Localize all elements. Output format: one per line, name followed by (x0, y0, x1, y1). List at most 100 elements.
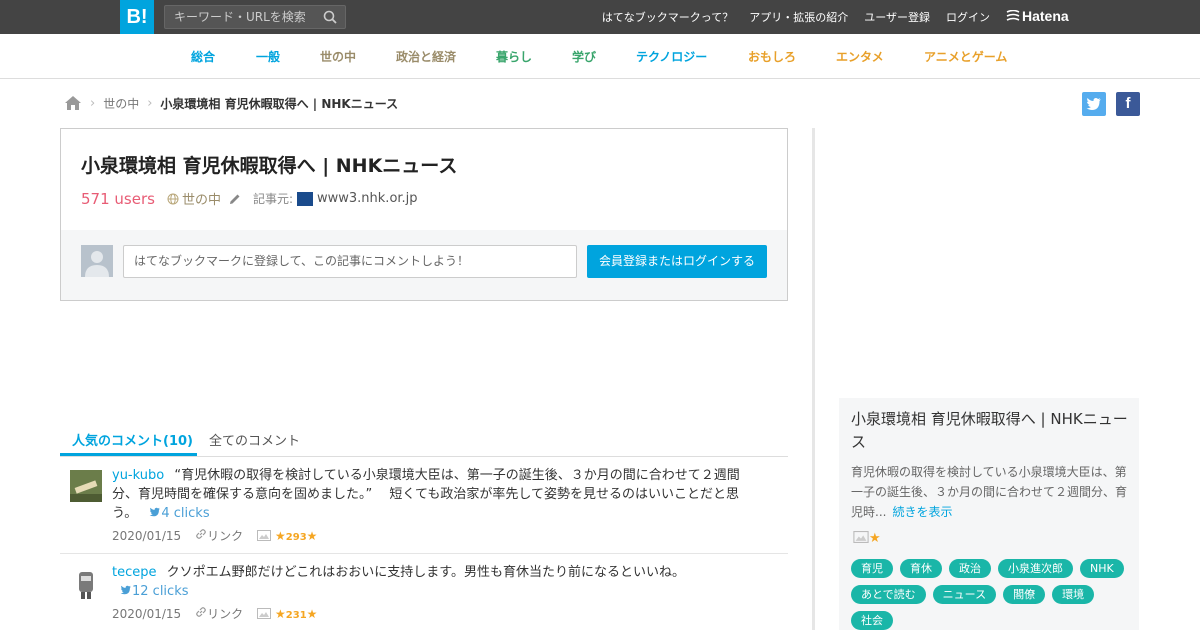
tab-popular-comments[interactable]: 人気のコメント(10) (72, 430, 193, 449)
hatena-bookmark-logo[interactable]: B! (120, 0, 154, 34)
home-icon[interactable] (64, 95, 82, 111)
star-count: 231 (285, 609, 307, 621)
active-tab-indicator (60, 453, 197, 456)
user-avatar[interactable] (70, 470, 102, 502)
add-star-button: ★ (306, 528, 318, 543)
category-economics[interactable]: 政治と経済 (396, 48, 456, 65)
entry-title[interactable]: 小泉環境相 育児休暇取得へ | NHKニュース (81, 151, 457, 178)
about-link[interactable]: はてなブックマークって？ (602, 9, 733, 25)
link-icon (196, 529, 207, 539)
summary-star-area[interactable]: ★ (853, 531, 881, 546)
star-area[interactable]: ★231★ (257, 607, 317, 621)
twitter-share-button[interactable] (1082, 92, 1106, 116)
register-link[interactable]: ユーザー登録 (864, 9, 930, 25)
star-icon: ★ (869, 531, 881, 546)
show-more-link[interactable]: 続きを表示 (892, 505, 952, 519)
star-icon: ★ (275, 528, 286, 543)
search-input[interactable]: キーワード・URLを検索 (164, 5, 346, 29)
entry-meta: 571 users 世の中 記事元: www3.nhk.or.jp (81, 189, 418, 209)
chevron-right-icon: › (147, 95, 153, 111)
comment-item: yu-kubo “育児休暇の取得を検討している小泉環境大臣は、第一子の誕生後、３… (60, 457, 788, 554)
comment-username[interactable]: tecepe (112, 565, 157, 580)
hatena-mark-icon (1006, 9, 1020, 21)
comment-item: tecepe クソポエム野郎だけどこれはおおいに支持します。男性も育休当たり前に… (60, 554, 788, 630)
tag-list: 育児 育休 政治 小泉進次郎 NHK あとで読む ニュース 閣僚 環境 社会 (851, 559, 1139, 630)
tag[interactable]: 閣僚 (1003, 585, 1046, 604)
category-it[interactable]: テクノロジー (636, 48, 707, 65)
star-area[interactable]: ★293★ (257, 529, 317, 543)
summary-description: 育児休暇の取得を検討している小泉環境大臣は、第一子の誕生後、３か月の間に合わせて… (851, 462, 1131, 522)
user-avatar-placeholder (81, 245, 113, 277)
tag[interactable]: ニュース (932, 585, 997, 604)
add-star-icon[interactable] (257, 607, 272, 619)
tweet-clicks[interactable]: 4 clicks (149, 506, 210, 521)
breadcrumb-current: 小泉環境相 育児休暇取得へ | NHKニュース (160, 96, 399, 111)
clicks-count: 4 clicks (161, 506, 210, 521)
globe-icon (167, 193, 179, 204)
tag[interactable]: 社会 (851, 611, 893, 630)
category-fun[interactable]: おもしろ (748, 48, 796, 65)
comment-link[interactable]: リンク (195, 605, 243, 622)
tag[interactable]: 環境 (1052, 585, 1095, 604)
comment-text: クソポエム野郎だけどこれはおおいに支持します。男性も育休当たり前になるといいね。 (166, 565, 685, 580)
person-icon (85, 251, 109, 277)
comment-link-label: リンク (207, 529, 244, 543)
users-count[interactable]: 571 users (81, 190, 155, 208)
tag[interactable]: 育休 (900, 559, 942, 578)
add-star-icon[interactable] (853, 531, 869, 543)
category-knowledge[interactable]: 学び (572, 48, 596, 65)
pencil-icon[interactable] (229, 193, 241, 205)
category-social[interactable]: 世の中 (320, 48, 356, 65)
breadcrumb: › 世の中 › 小泉環境相 育児休暇取得へ | NHKニュース (64, 94, 398, 112)
apps-link[interactable]: アプリ・拡張の紹介 (749, 9, 848, 25)
category-life[interactable]: 暮らし (496, 48, 532, 65)
twitter-icon (150, 507, 161, 517)
tag[interactable]: 政治 (949, 559, 991, 578)
facebook-share-button[interactable]: f (1116, 92, 1140, 116)
tag[interactable]: NHK (1080, 559, 1124, 578)
tweet-clicks[interactable]: 12 clicks (120, 584, 189, 599)
login-link[interactable]: ログイン (946, 9, 990, 25)
tag[interactable]: あとで読む (851, 585, 926, 604)
column-divider (812, 128, 815, 630)
register-or-login-button[interactable]: 会員登録またはログインする (587, 245, 767, 278)
source-label: 記事元: (252, 192, 293, 206)
chevron-right-icon: › (90, 95, 96, 111)
category-nav: 総合 一般 世の中 政治と経済 暮らし 学び テクノロジー おもしろ エンタメ … (0, 34, 1200, 79)
search-placeholder: キーワード・URLを検索 (174, 10, 306, 24)
comment-input[interactable]: はてなブックマークに登録して、この記事にコメントしよう！ (123, 245, 577, 278)
hatena-brand-text: Hatena (1022, 8, 1069, 24)
category-game[interactable]: アニメとゲーム (924, 48, 1007, 65)
category-entertainment[interactable]: エンタメ (836, 48, 884, 65)
star-icon: ★ (275, 606, 286, 621)
category-general[interactable]: 一般 (256, 48, 280, 65)
hatena-brand[interactable]: Hatena (1006, 8, 1069, 24)
tag[interactable]: 小泉進次郎 (998, 559, 1073, 578)
tag[interactable]: 育児 (851, 559, 893, 578)
entry-summary-card: 小泉環境相 育児休暇取得へ | NHKニュース 育児休暇の取得を検討している小泉… (839, 398, 1139, 630)
header-links: はてなブックマークって？ アプリ・拡張の紹介 ユーザー登録 ログイン (602, 0, 990, 34)
comment-link[interactable]: リンク (195, 527, 243, 544)
entry-category[interactable]: 世の中 (182, 189, 221, 208)
facebook-icon: f (1125, 95, 1131, 112)
add-star-button: ★ (306, 606, 318, 621)
star-count: 293 (285, 531, 307, 543)
clicks-count: 12 clicks (132, 584, 189, 599)
comment-tabs: 人気のコメント(10) 全てのコメント (60, 422, 788, 457)
source-domain[interactable]: www3.nhk.or.jp (317, 191, 418, 206)
twitter-icon (120, 585, 131, 595)
comment-form: はてなブックマークに登録して、この記事にコメントしよう！ 会員登録またはログイン… (61, 230, 787, 300)
comment-date[interactable]: 2020/01/15 (112, 529, 181, 543)
tab-all-comments[interactable]: 全てのコメント (209, 430, 300, 449)
add-star-icon[interactable] (257, 529, 272, 541)
breadcrumb-category[interactable]: 世の中 (103, 95, 139, 112)
entry-card: 小泉環境相 育児休暇取得へ | NHKニュース 571 users 世の中 記事… (60, 128, 788, 301)
summary-title[interactable]: 小泉環境相 育児休暇取得へ | NHKニュース (851, 408, 1131, 454)
category-overall[interactable]: 総合 (191, 48, 215, 65)
comment-date[interactable]: 2020/01/15 (112, 607, 181, 621)
comment-username[interactable]: yu-kubo (112, 468, 164, 483)
comment-link-label: リンク (207, 607, 244, 621)
search-icon[interactable] (323, 10, 337, 24)
twitter-icon (1086, 98, 1101, 110)
user-avatar[interactable] (70, 568, 102, 600)
